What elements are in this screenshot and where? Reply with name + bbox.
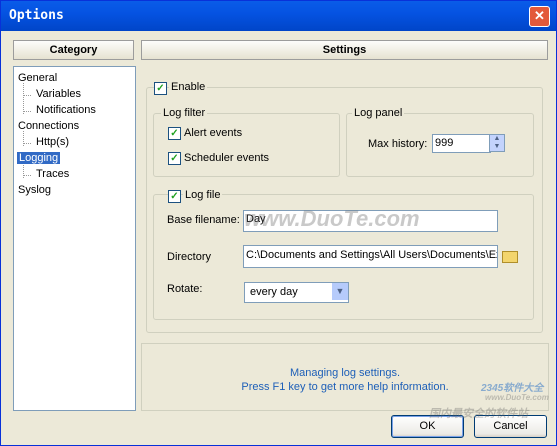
tree-item-http[interactable]: Http(s) <box>36 136 69 148</box>
spin-down-icon[interactable]: ▼ <box>490 143 504 151</box>
tree-connector <box>23 143 31 144</box>
category-header: Category <box>13 40 134 60</box>
tree-item-general[interactable]: General <box>18 72 57 84</box>
rotate-label: Rotate: <box>167 283 203 295</box>
category-tree[interactable]: General Variables Notifications Connecti… <box>13 66 136 411</box>
tree-connector <box>23 83 24 114</box>
scheduler-events-label: Scheduler events <box>184 152 269 164</box>
window-title: Options <box>9 8 64 23</box>
watermark-duote: www.DuoTe.com <box>244 206 420 231</box>
max-history-input[interactable]: 999 <box>432 134 491 153</box>
alert-events-checkbox[interactable]: ✓ <box>168 127 181 140</box>
tree-connector <box>23 175 31 176</box>
tree-item-variables[interactable]: Variables <box>36 88 81 100</box>
tree-item-notifications[interactable]: Notifications <box>36 104 96 116</box>
spin-up-icon[interactable]: ▲ <box>490 135 504 143</box>
title-bar[interactable]: Options ✕ <box>1 1 556 31</box>
watermark-bottom: 国内最安全的软件站 <box>429 408 528 420</box>
log-filter-group <box>153 113 340 177</box>
chevron-down-icon[interactable]: ▼ <box>331 283 348 300</box>
enable-label: Enable <box>169 81 208 93</box>
log-file-label: Log file <box>183 189 223 201</box>
log-filter-title: Log filter <box>161 107 208 119</box>
options-window: Options ✕ Category Settings General Vari… <box>0 0 557 446</box>
tree-connector <box>23 95 31 96</box>
alert-events-label: Alert events <box>184 127 243 139</box>
scheduler-events-checkbox[interactable]: ✓ <box>168 152 181 165</box>
enable-checkbox[interactable]: ✓ <box>154 82 167 95</box>
tree-item-connections[interactable]: Connections <box>18 120 79 132</box>
close-icon: ✕ <box>534 8 545 23</box>
info-line-1: Managing log settings. <box>289 367 401 379</box>
max-history-spinner[interactable]: ▲ ▼ <box>489 134 505 152</box>
log-panel-title: Log panel <box>352 107 405 119</box>
tree-item-traces[interactable]: Traces <box>36 168 69 180</box>
settings-header: Settings <box>141 40 548 60</box>
tree-connector <box>23 111 31 112</box>
directory-label: Directory <box>167 251 212 263</box>
directory-input[interactable]: C:\Documents and Settings\All Users\Docu… <box>243 245 498 268</box>
tree-item-logging[interactable]: Logging <box>17 152 61 164</box>
rotate-value: every day <box>250 286 298 298</box>
watermark-url: www.DuoTe.com <box>485 393 549 402</box>
tree-item-syslog[interactable]: Syslog <box>18 184 51 196</box>
base-filename-label: Base filename: <box>167 214 240 226</box>
watermark-brand: 2345软件大全 <box>481 383 544 394</box>
log-file-checkbox[interactable]: ✓ <box>168 190 181 203</box>
max-history-label: Max history: <box>368 138 428 150</box>
folder-icon[interactable] <box>502 251 518 263</box>
close-button[interactable]: ✕ <box>529 6 550 27</box>
rotate-select[interactable]: every day ▼ <box>244 282 349 303</box>
